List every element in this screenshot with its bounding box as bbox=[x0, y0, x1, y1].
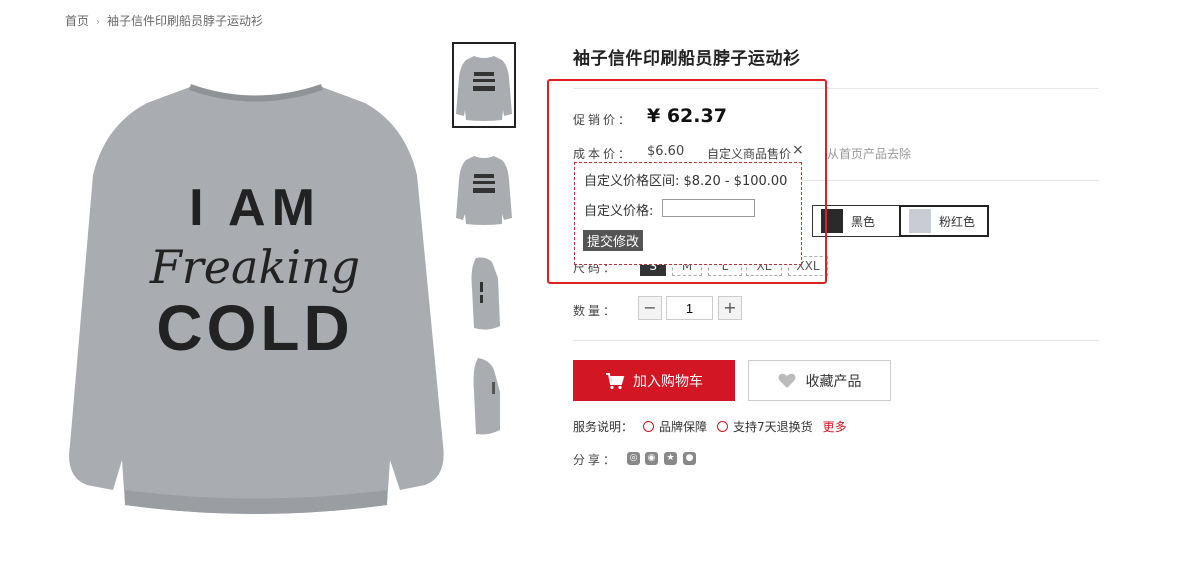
check-circle-icon bbox=[643, 421, 655, 432]
wechat-icon[interactable]: ◉ bbox=[645, 452, 658, 465]
color-option-pink[interactable]: 粉红色 bbox=[899, 205, 989, 237]
qq-icon[interactable]: ● bbox=[683, 452, 696, 465]
custom-price-label: 自定义价格: bbox=[584, 204, 654, 219]
remove-from-home-link[interactable]: 从首页产品去除 bbox=[827, 145, 911, 162]
quantity-label: 数量： bbox=[573, 304, 619, 318]
quantity-input[interactable] bbox=[666, 296, 713, 320]
quantity-plus-button[interactable]: + bbox=[718, 296, 742, 320]
service-item-brand: 品牌保障 bbox=[659, 420, 708, 434]
submit-button[interactable]: 提交修改 bbox=[583, 230, 644, 251]
add-to-cart-label: 加入购物车 bbox=[633, 373, 703, 390]
thumbnail-front-angled-image bbox=[456, 156, 512, 225]
main-product-image: I AM Freaking COLD bbox=[69, 84, 444, 514]
thumbnail-front[interactable] bbox=[452, 42, 516, 128]
shirt-text-line3: COLD bbox=[156, 292, 353, 364]
thumbnail-sleeve-image bbox=[473, 358, 500, 435]
qzone-icon[interactable]: ★ bbox=[664, 452, 677, 465]
service-item-return: 支持7天退换货 bbox=[733, 420, 813, 434]
service-label: 服务说明： bbox=[573, 420, 634, 434]
color-label-black: 黑色 bbox=[851, 214, 876, 229]
custom-price-popup: 自定义价格区间: $8.20 - $100.00 自定义价格: 提交修改 bbox=[574, 162, 802, 265]
thumbnail-side[interactable] bbox=[452, 248, 516, 334]
color-swatch-pink bbox=[909, 209, 931, 233]
thumbnail-front-angled[interactable] bbox=[452, 144, 516, 230]
color-label-pink: 粉红色 bbox=[939, 214, 976, 229]
weibo-icon[interactable]: ◎ bbox=[627, 452, 640, 465]
shirt-text-line1: I AM bbox=[189, 179, 321, 237]
breadcrumb: 首页 › 袖子信件印刷船员脖子运动衫 bbox=[65, 12, 263, 29]
divider bbox=[573, 340, 1099, 341]
thumbnail-side-image bbox=[471, 257, 500, 330]
shirt-text-line2: Freaking bbox=[149, 240, 360, 294]
share-label: 分享： bbox=[573, 453, 619, 467]
check-circle-icon bbox=[717, 421, 729, 432]
add-to-cart-button[interactable]: 加入购物车 bbox=[573, 360, 735, 401]
thumbnail-sleeve[interactable] bbox=[452, 352, 516, 438]
collect-product-button[interactable]: 收藏产品 bbox=[748, 360, 891, 401]
custom-price-range: 自定义价格区间: $8.20 - $100.00 bbox=[584, 174, 788, 189]
quantity-minus-button[interactable]: − bbox=[638, 296, 662, 320]
breadcrumb-current: 袖子信件印刷船员脖子运动衫 bbox=[107, 14, 264, 28]
breadcrumb-home[interactable]: 首页 bbox=[65, 14, 89, 28]
custom-price-input[interactable] bbox=[662, 199, 755, 217]
cart-icon bbox=[606, 372, 625, 389]
heart-icon bbox=[778, 373, 795, 388]
product-title: 袖子信件印刷船员脖子运动衫 bbox=[573, 49, 801, 69]
service-info: 服务说明： 品牌保障 支持7天退换货 更多 bbox=[573, 418, 847, 435]
service-more-link[interactable]: 更多 bbox=[823, 418, 847, 435]
collect-product-label: 收藏产品 bbox=[805, 373, 862, 390]
thumbnail-front-image bbox=[456, 56, 512, 121]
breadcrumb-separator: › bbox=[96, 17, 101, 28]
